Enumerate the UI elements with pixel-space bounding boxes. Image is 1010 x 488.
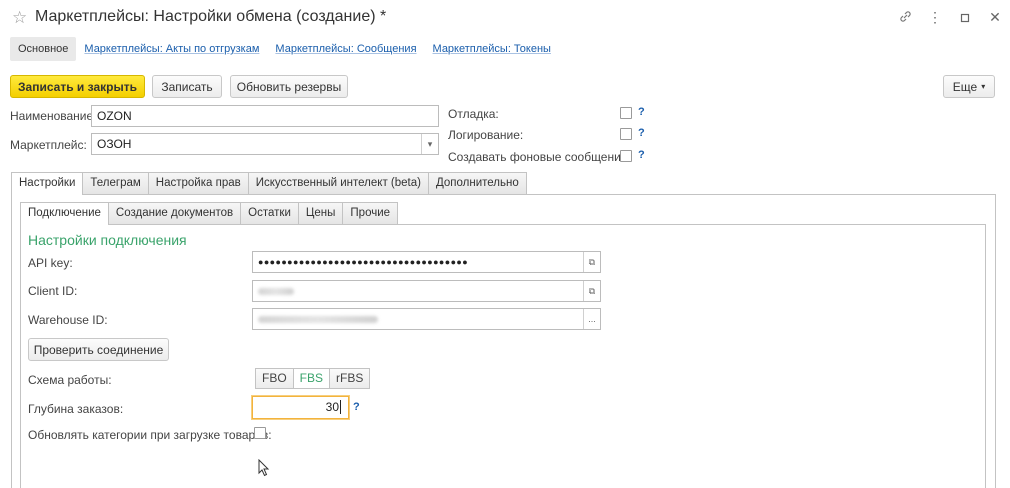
debug-checkbox[interactable] [620, 107, 632, 119]
api-key-field[interactable]: ●●●●●●●●●●●●●●●●●●●●●●●●●●●●●●●●●●●● ⧉ [252, 251, 601, 273]
nav-link-messages[interactable]: Маркетплейсы: Сообщения [267, 43, 424, 55]
logging-help-icon[interactable]: ? [638, 127, 645, 139]
subtab-prices[interactable]: Цены [297, 202, 344, 224]
client-id-label: Client ID: [28, 284, 78, 298]
nav-link-tokens[interactable]: Маркетплейсы: Токены [425, 43, 559, 55]
scheme-option-fbs[interactable]: FBS [292, 368, 331, 389]
warehouse-id-field[interactable]: ... [252, 308, 601, 330]
tab-additional[interactable]: Дополнительно [427, 172, 527, 194]
chevron-down-icon: ▾ [981, 82, 986, 91]
name-field[interactable]: OZON [91, 105, 439, 127]
warehouse-id-label: Warehouse ID: [28, 313, 108, 327]
depth-help-icon[interactable]: ? [353, 401, 360, 413]
link-icon[interactable] [898, 10, 912, 26]
copy-icon[interactable]: ⧉ [583, 281, 600, 301]
marketplace-label: Маркетплейс: [10, 138, 87, 152]
copy-icon[interactable]: ⧉ [583, 252, 600, 272]
client-id-redacted [258, 288, 294, 296]
api-key-value: ●●●●●●●●●●●●●●●●●●●●●●●●●●●●●●●●●●●● [258, 257, 469, 267]
more-menu-button[interactable]: Еще ▾ [943, 75, 995, 98]
update-categories-checkbox[interactable] [254, 427, 266, 439]
depth-value: 30 [325, 400, 339, 414]
form-navigation: Основное Маркетплейсы: Акты по отгрузкам… [10, 36, 559, 62]
client-id-field[interactable]: ⧉ [252, 280, 601, 302]
save-and-close-button[interactable]: Записать и закрыть [10, 75, 145, 98]
section-title: Настройки подключения [28, 232, 187, 248]
scheme-selector: FBO FBS rFBS [255, 368, 371, 389]
tab-settings[interactable]: Настройки [11, 172, 84, 195]
tab-permissions[interactable]: Настройка прав [147, 172, 249, 194]
dropdown-arrow-icon[interactable]: ▾ [421, 134, 438, 154]
subtab-stocks[interactable]: Остатки [240, 202, 299, 224]
bg-messages-label: Создавать фоновые сообщения: [448, 150, 631, 164]
depth-label: Глубина заказов: [28, 402, 124, 416]
scheme-label: Схема работы: [28, 373, 112, 387]
maximize-icon[interactable] [958, 10, 972, 26]
subtab-other[interactable]: Прочие [342, 202, 399, 224]
save-button[interactable]: Записать [152, 75, 222, 98]
nav-link-acts[interactable]: Маркетплейсы: Акты по отгрузкам [76, 43, 267, 55]
marketplace-select[interactable]: ОЗОН ▾ [91, 133, 439, 155]
more-menu-label: Еще [952, 79, 978, 94]
sub-tabs: Подключение Создание документов Остатки … [20, 202, 399, 225]
tab-ai[interactable]: Искусственный интелект (beta) [247, 172, 429, 194]
bg-messages-checkbox[interactable] [620, 150, 632, 162]
select-ellipsis-icon[interactable]: ... [583, 309, 600, 329]
more-vertical-icon[interactable]: ⋮ [928, 9, 942, 26]
nav-main[interactable]: Основное [10, 37, 77, 61]
check-connection-button[interactable]: Проверить соединение [28, 338, 169, 361]
update-categories-label: Обновлять категории при загрузке товаров… [28, 428, 272, 442]
main-tabs: Настройки Телеграм Настройка прав Искусс… [11, 172, 527, 195]
favorite-star-icon[interactable]: ☆ [12, 8, 27, 28]
close-icon[interactable]: ✕ [988, 9, 1002, 26]
marketplace-value: ОЗОН [97, 137, 132, 151]
subtab-connection[interactable]: Подключение [20, 202, 109, 225]
logging-label: Логирование: [448, 128, 524, 142]
depth-field[interactable]: 30 [252, 396, 349, 419]
mouse-cursor-icon [258, 458, 270, 480]
window-title: Маркетплейсы: Настройки обмена (создание… [35, 8, 387, 25]
scheme-option-rfbs[interactable]: rFBS [329, 368, 371, 389]
debug-label: Отладка: [448, 107, 499, 121]
logging-checkbox[interactable] [620, 128, 632, 140]
bg-messages-help-icon[interactable]: ? [638, 149, 645, 161]
refresh-reserves-button[interactable]: Обновить резервы [230, 75, 348, 98]
tab-telegram[interactable]: Телеграм [82, 172, 149, 194]
debug-help-icon[interactable]: ? [638, 106, 645, 118]
api-key-label: API key: [28, 256, 73, 270]
warehouse-id-redacted [258, 316, 378, 324]
name-label: Наименование: [10, 109, 97, 123]
scheme-option-fbo[interactable]: FBO [255, 368, 294, 389]
window-controls: ⋮ ✕ [898, 9, 1002, 26]
subtab-documents[interactable]: Создание документов [107, 202, 242, 224]
